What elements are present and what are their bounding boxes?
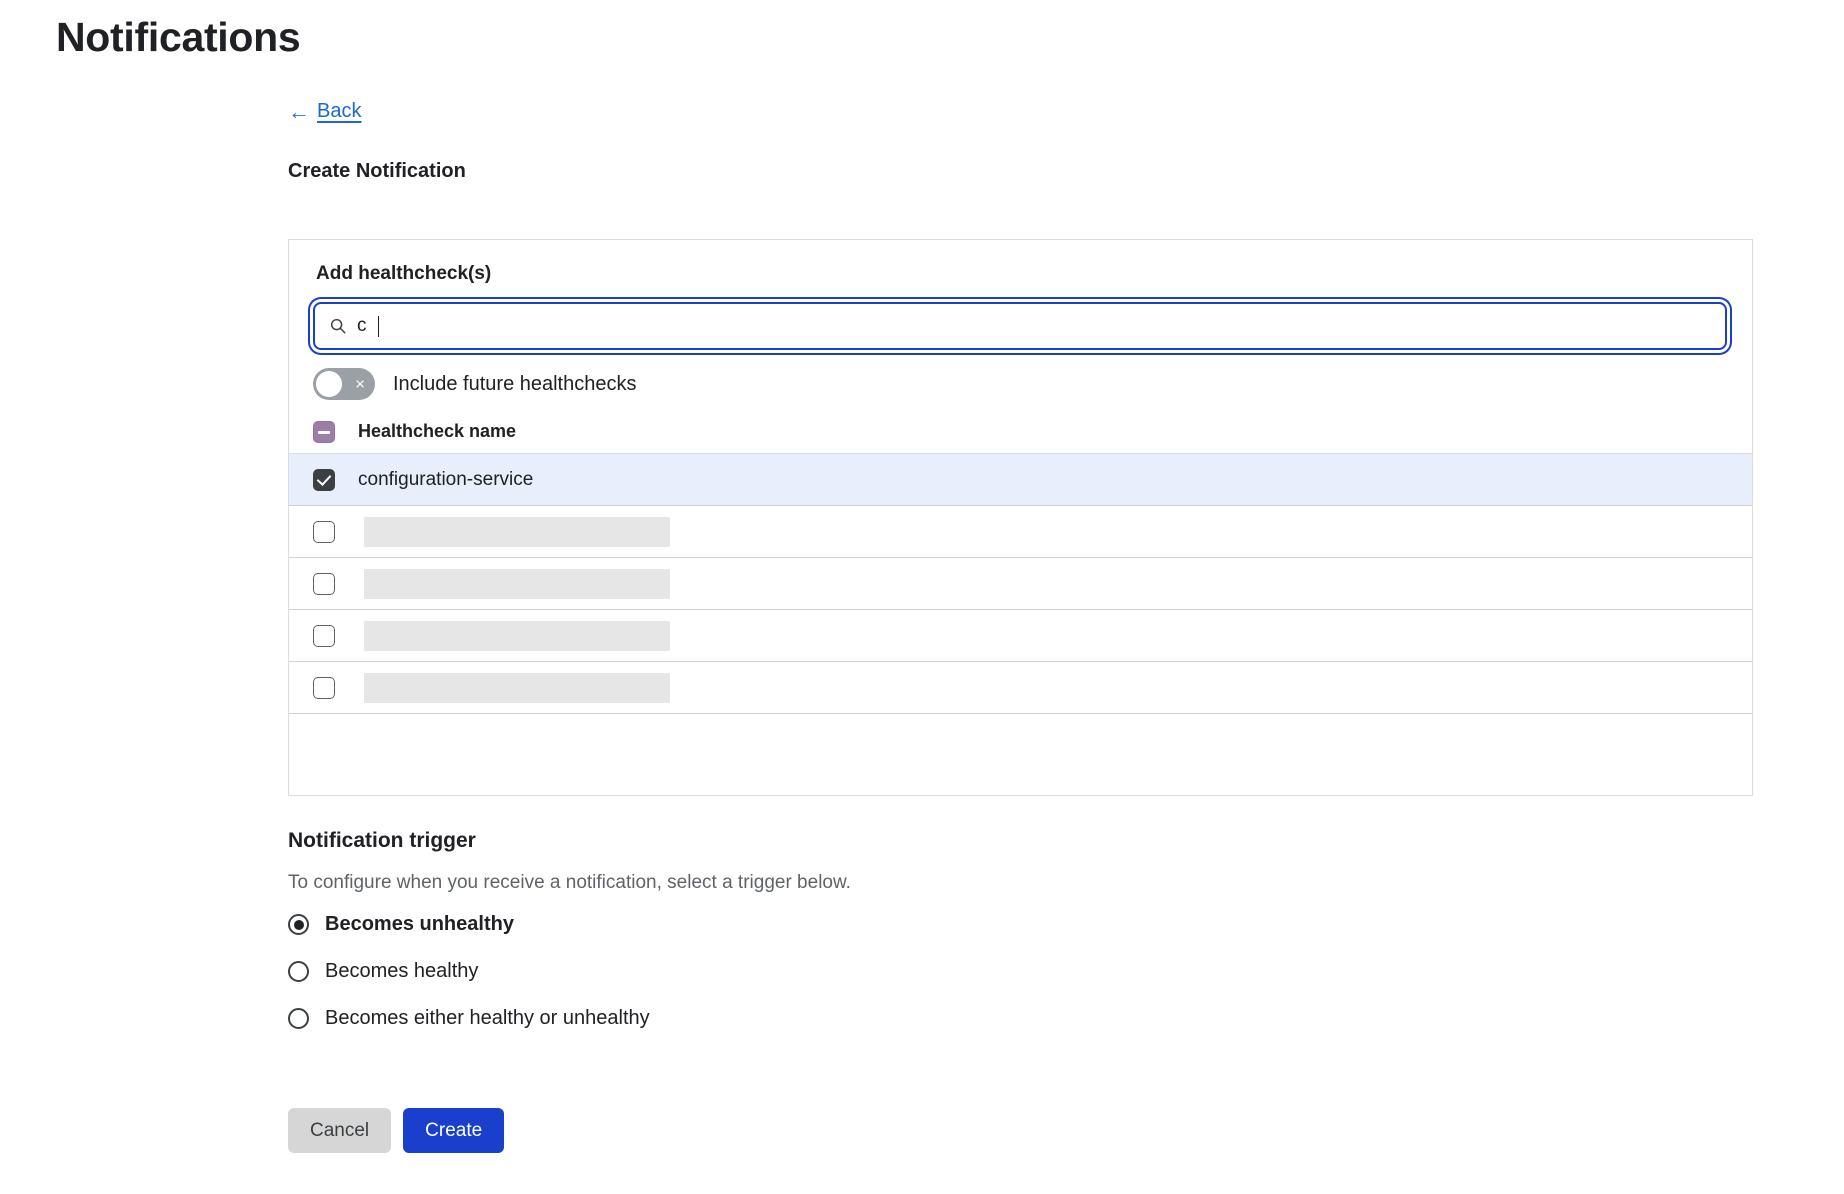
text-caret <box>377 315 379 337</box>
add-healthcheck-label: Add healthcheck(s) <box>316 263 492 284</box>
row-checkbox[interactable] <box>313 572 335 595</box>
healthcheck-name: configuration-service <box>358 468 534 490</box>
table-row[interactable] <box>289 506 1752 558</box>
include-future-healthchecks-label: Include future healthchecks <box>393 372 637 395</box>
include-future-healthchecks-toggle[interactable]: × <box>313 368 375 400</box>
page-title: Notifications <box>56 14 301 60</box>
table-row[interactable] <box>289 610 1752 662</box>
row-checkbox[interactable] <box>313 520 335 543</box>
radio-button[interactable] <box>288 914 309 935</box>
table-header-row: Healthcheck name <box>289 410 1752 454</box>
notification-trigger-options: Becomes unhealthy Becomes healthy Become… <box>288 913 650 1030</box>
include-future-healthchecks-row[interactable]: × Include future healthchecks <box>313 368 637 400</box>
healthcheck-table: Healthcheck name configuration-service <box>289 410 1752 714</box>
add-healthcheck-panel: Add healthcheck(s) c × Include future he… <box>288 239 1753 796</box>
search-input-value: c <box>357 315 367 336</box>
skeleton-placeholder <box>364 672 670 703</box>
form-actions: Cancel Create <box>288 1108 505 1153</box>
radio-button[interactable] <box>288 961 309 982</box>
notification-trigger-description: To configure when you receive a notifica… <box>288 872 851 893</box>
table-row[interactable] <box>289 558 1752 610</box>
search-icon <box>330 318 346 334</box>
trigger-option-label: Becomes healthy <box>325 960 479 982</box>
skeleton-placeholder <box>364 568 670 599</box>
skeleton-placeholder <box>364 620 670 651</box>
row-checkbox[interactable] <box>313 468 335 491</box>
close-icon: × <box>355 374 365 394</box>
trigger-option-becomes-healthy[interactable]: Becomes healthy <box>288 960 650 983</box>
select-all-checkbox[interactable] <box>313 420 335 443</box>
cancel-button[interactable]: Cancel <box>288 1108 392 1153</box>
back-link[interactable]: Back <box>317 100 361 123</box>
row-checkbox[interactable] <box>313 676 335 699</box>
trigger-option-label: Becomes either healthy or unhealthy <box>325 1007 650 1029</box>
radio-button[interactable] <box>288 1008 309 1029</box>
trigger-option-becomes-either[interactable]: Becomes either healthy or unhealthy <box>288 1007 650 1030</box>
notification-trigger-title: Notification trigger <box>288 829 476 852</box>
trigger-option-becomes-unhealthy[interactable]: Becomes unhealthy <box>288 913 650 936</box>
column-header-healthcheck-name: Healthcheck name <box>358 421 517 441</box>
trigger-option-label: Becomes unhealthy <box>325 913 514 935</box>
create-button[interactable]: Create <box>403 1108 505 1153</box>
healthcheck-search-input[interactable]: c <box>313 302 1727 350</box>
table-row[interactable]: configuration-service <box>289 454 1752 506</box>
skeleton-placeholder <box>364 516 670 547</box>
back-navigation[interactable]: ← Back <box>288 100 361 123</box>
row-checkbox[interactable] <box>313 624 335 647</box>
table-row[interactable] <box>289 662 1752 714</box>
toggle-knob <box>316 371 342 397</box>
create-notification-heading: Create Notification <box>288 160 466 182</box>
arrow-left-icon: ← <box>288 98 310 124</box>
